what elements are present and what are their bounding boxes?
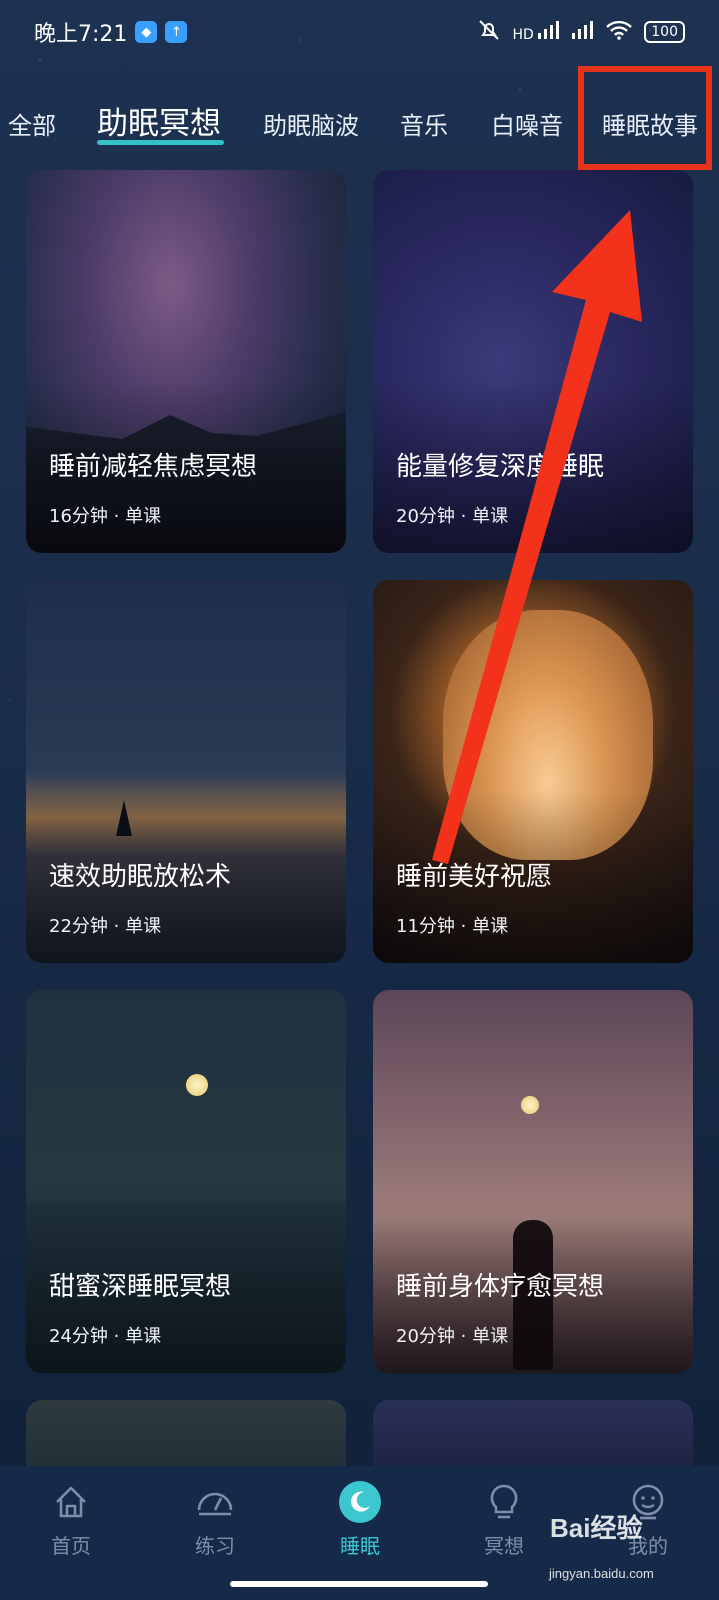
course-card[interactable]: 睡前减轻焦虑冥想 16分钟 · 单课: [26, 170, 346, 553]
card-shade: [26, 170, 346, 553]
card-meta: 22分钟 · 单课: [49, 916, 162, 937]
card-shade: [373, 170, 693, 553]
lightbulb-icon: [490, 1484, 518, 1519]
signal-label: HD: [512, 27, 534, 43]
upload-notification-icon: ↑: [165, 21, 188, 43]
signal-icon: HD: [513, 21, 561, 43]
card-title: 速效助眠放松术: [49, 862, 232, 892]
card-meta: 20分钟 · 单课: [396, 506, 509, 527]
card-meta: 24分钟 · 单课: [49, 1326, 162, 1347]
course-card-partial[interactable]: [373, 1400, 693, 1466]
tab-white-noise[interactable]: 白噪音: [491, 106, 563, 141]
card-meta: 20分钟 · 单课: [396, 1326, 509, 1347]
card-title: 能量修复深度睡眠: [396, 452, 605, 482]
annotation-highlight-box: [578, 66, 712, 170]
nav-practice[interactable]: 练习: [165, 1480, 265, 1559]
nav-label: 睡眠: [340, 1534, 380, 1558]
card-shade: [26, 580, 346, 963]
tab-all[interactable]: 全部: [8, 106, 56, 141]
card-title: 睡前身体疗愈冥想: [396, 1272, 605, 1302]
card-shade: [373, 580, 693, 963]
tab-music[interactable]: 音乐: [400, 106, 448, 141]
wifi-icon: [606, 20, 633, 44]
tab-brainwave[interactable]: 助眠脑波: [263, 106, 359, 141]
course-card[interactable]: 甜蜜深睡眠冥想 24分钟 · 单课: [26, 990, 346, 1373]
course-card[interactable]: 速效助眠放松术 22分钟 · 单课: [26, 580, 346, 963]
course-card[interactable]: 睡前美好祝愿 11分钟 · 单课: [373, 580, 693, 963]
course-card[interactable]: 能量修复深度睡眠 20分钟 · 单课: [373, 170, 693, 553]
card-title: 睡前减轻焦虑冥想: [49, 452, 258, 482]
home-icon: [56, 1486, 86, 1518]
nav-label: 首页: [51, 1534, 91, 1558]
home-indicator[interactable]: [230, 1581, 488, 1587]
active-tab-indicator: [97, 140, 224, 145]
course-card-partial[interactable]: [26, 1400, 346, 1466]
card-shade: [373, 990, 693, 1373]
card-title: 睡前美好祝愿: [396, 862, 553, 892]
card-shade: [26, 990, 346, 1373]
moon-icon: [339, 1481, 381, 1523]
status-time: 晚上7:21: [34, 22, 128, 47]
battery-indicator: 100: [644, 21, 685, 43]
gauge-icon: [197, 1492, 233, 1516]
nav-meditation[interactable]: 冥想: [454, 1480, 554, 1559]
tab-sleep-meditation[interactable]: 助眠冥想: [97, 98, 221, 143]
mute-bell-icon: [477, 18, 501, 46]
nav-sleep[interactable]: 睡眠: [310, 1480, 410, 1559]
card-meta: 11分钟 · 单课: [396, 916, 509, 937]
card-meta: 16分钟 · 单课: [49, 506, 162, 527]
nav-home[interactable]: 首页: [21, 1480, 121, 1559]
baidu-watermark-url: jingyan.baidu.com: [549, 1566, 654, 1581]
card-title: 甜蜜深睡眠冥想: [49, 1272, 232, 1302]
app-notification-icon: ◆: [135, 21, 158, 43]
course-card[interactable]: 睡前身体疗愈冥想 20分钟 · 单课: [373, 990, 693, 1373]
nav-label: 练习: [195, 1534, 235, 1558]
status-bar: 晚上7:21 ◆ ↑ HD 100: [0, 0, 719, 64]
signal-icon-2: [572, 21, 594, 43]
nav-label: 冥想: [484, 1534, 524, 1558]
baidu-watermark-logo: Bai经验: [550, 1513, 643, 1543]
